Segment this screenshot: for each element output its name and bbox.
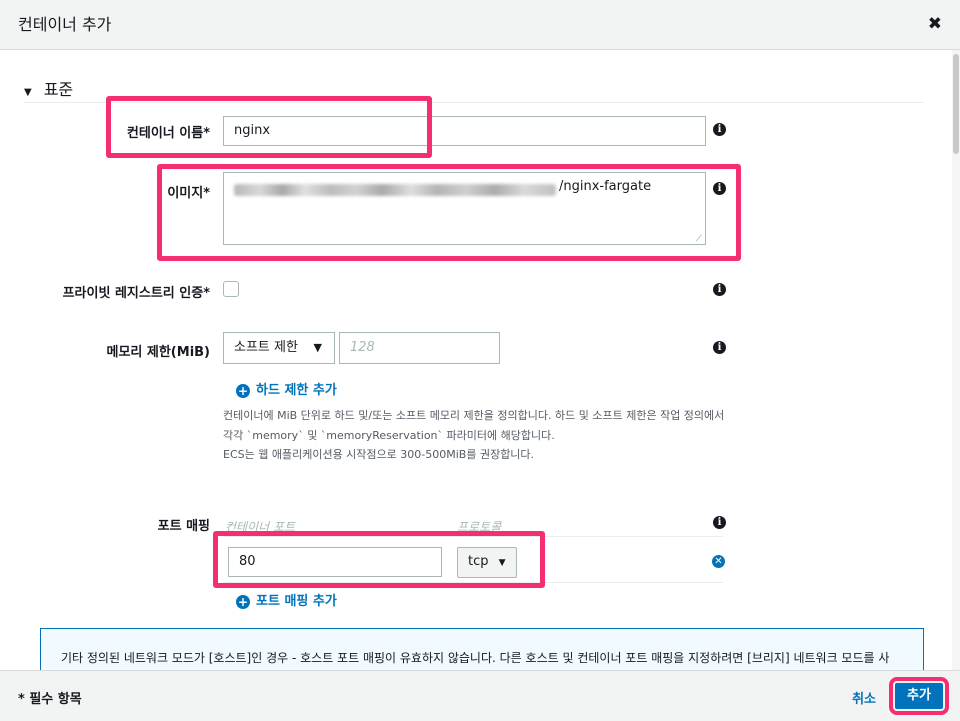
add-port-mapping-label: 포트 매핑 추가 — [256, 594, 337, 609]
section-title: 표준 — [43, 80, 74, 99]
memory-help-line-2: 각각 `memory` 및 `memoryReservation` 파라미터에 … — [223, 429, 555, 442]
add-port-mapping-link[interactable]: + 포트 매핑 추가 — [236, 590, 337, 609]
info-icon[interactable]: i — [713, 341, 726, 354]
add-hard-limit-label: 하드 제한 추가 — [256, 383, 337, 398]
banner-text: 기타 정의된 네트워크 모드가 [호스트]인 경우 - 호스트 포트 매핑이 유… — [61, 651, 890, 665]
highlight-container-name — [106, 96, 432, 158]
private-registry-label: 프라이빗 레지스트리 인증* — [62, 286, 210, 301]
dialog-title: 컨테이너 추가 — [18, 15, 112, 34]
cancel-button[interactable]: 취소 — [852, 688, 876, 707]
port-mapping-label: 포트 매핑 — [157, 519, 210, 534]
info-icon[interactable]: i — [713, 123, 726, 136]
close-icon[interactable]: ✖ — [928, 14, 942, 34]
plus-circle-icon: + — [236, 595, 250, 609]
dialog-footer: * 필수 항목 취소 추가 — [0, 670, 960, 721]
remove-circle-icon[interactable]: ✕ — [712, 555, 725, 568]
highlight-image — [157, 164, 741, 261]
add-hard-limit-link[interactable]: + 하드 제한 추가 — [236, 379, 337, 398]
memory-limit-type-value: 소프트 제한 — [234, 340, 298, 355]
memory-limit-label: 메모리 제한(MiB) — [106, 345, 210, 360]
caret-down-icon: ▼ — [24, 87, 32, 98]
section-toggle[interactable]: ▼ 표준 — [24, 76, 73, 100]
highlight-port-mapping — [213, 531, 545, 588]
plus-circle-icon: + — [236, 384, 250, 398]
dialog-header: 컨테이너 추가 ✖ — [0, 0, 960, 50]
required-note: * 필수 항목 — [18, 692, 82, 707]
private-registry-checkbox[interactable] — [223, 281, 239, 297]
scrollbar[interactable] — [952, 50, 960, 670]
memory-limit-input[interactable]: 128 — [339, 332, 500, 364]
info-icon[interactable]: i — [713, 283, 726, 296]
info-icon[interactable]: i — [713, 516, 726, 529]
memory-help-line-1: 컨테이너에 MiB 단위로 하드 및/또는 소프트 메모리 제한을 정의합니다.… — [223, 409, 725, 422]
add-button[interactable]: 추가 — [889, 677, 949, 715]
memory-limit-type-select[interactable]: 소프트 제한 ▼ — [223, 332, 335, 364]
dialog-body: ▼ 표준 컨테이너 이름* nginx i 이미지* /nginx-fargate… — [0, 50, 952, 670]
network-mode-info-banner: 기타 정의된 네트워크 모드가 [호스트]인 경우 - 호스트 포트 매핑이 유… — [40, 628, 924, 670]
chevron-down-icon: ▼ — [313, 341, 322, 354]
memory-help-line-3: ECS는 웹 애플리케이션용 시작점으로 300-500MiB를 권장합니다. — [223, 448, 535, 461]
scrollbar-thumb[interactable] — [953, 54, 959, 154]
